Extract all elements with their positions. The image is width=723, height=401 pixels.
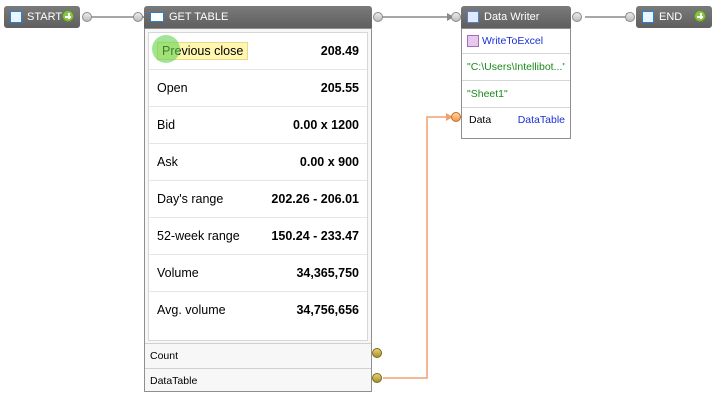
path-value: "C:\Users\Intellibot..." [467, 61, 565, 73]
cursor-indicator [152, 35, 180, 63]
datatable-out-port[interactable] [372, 373, 382, 383]
end-label: END [659, 11, 683, 23]
writer-body: WriteToExcel "C:\Users\Intellibot..." "S… [461, 28, 571, 139]
data-input-label: Data [469, 114, 492, 126]
output-count-label: Count [150, 350, 179, 362]
writer-label: Data Writer [484, 11, 540, 23]
table-row: Day's range 202.26 - 206.01 [149, 181, 367, 218]
method-value: WriteToExcel [482, 35, 544, 47]
writer-node-header[interactable]: Data Writer [461, 6, 571, 28]
gettable-out-port[interactable] [373, 12, 383, 22]
row-label: Bid [157, 118, 176, 132]
gettable-in-port[interactable] [133, 12, 143, 22]
data-wire [383, 116, 447, 379]
start-out-port[interactable] [82, 12, 92, 22]
start-node[interactable]: START [4, 6, 80, 28]
data-writer-icon [467, 11, 479, 23]
row-label: Open [157, 81, 188, 95]
gettable-node-header[interactable]: GET TABLE [144, 6, 372, 28]
writer-in-port[interactable] [451, 12, 461, 22]
end-node[interactable]: END [636, 6, 712, 28]
end-icon [642, 11, 654, 23]
row-label: Previous close [152, 35, 249, 63]
sheet-row[interactable]: "Sheet1" [462, 81, 570, 108]
output-count[interactable]: Count [145, 343, 371, 368]
table-row: Volume 34,365,750 [149, 255, 367, 292]
row-label: 52-week range [157, 229, 240, 243]
row-value: 202.26 - 206.01 [271, 192, 359, 206]
table-row: 52-week range 150.24 - 233.47 [149, 218, 367, 255]
data-input-row[interactable]: Data DataTable [462, 108, 570, 132]
table-row: Avg. volume 34,756,656 [149, 292, 367, 328]
path-row[interactable]: "C:\Users\Intellibot..." [462, 54, 570, 81]
row-label: Volume [157, 266, 199, 280]
output-datatable[interactable]: DataTable [145, 368, 371, 393]
table-row: Previous close 208.49 [149, 33, 367, 70]
data-in-port[interactable] [451, 112, 461, 122]
row-label: Day's range [157, 192, 224, 206]
row-value: 205.55 [320, 81, 359, 95]
count-out-port[interactable] [372, 348, 382, 358]
row-value: 34,756,656 [296, 303, 359, 317]
row-label: Avg. volume [157, 303, 226, 317]
table-icon [150, 12, 164, 22]
gettable-outputs: Count DataTable [145, 343, 371, 393]
method-row[interactable]: WriteToExcel [462, 29, 570, 54]
add-icon[interactable] [62, 10, 74, 22]
start-icon [10, 11, 22, 23]
data-input-type: DataTable [517, 114, 565, 126]
end-in-port[interactable] [625, 12, 635, 22]
row-value: 0.00 x 900 [299, 155, 359, 169]
row-label: Ask [157, 155, 178, 169]
gettable-label: GET TABLE [169, 11, 229, 23]
write-excel-icon [467, 35, 479, 47]
output-datatable-label: DataTable [150, 375, 198, 387]
table-preview[interactable]: Previous close 208.49 Open 205.55 Bid 0.00… [148, 32, 368, 341]
table-row: Open 205.55 [149, 70, 367, 107]
row-value: 208.49 [320, 44, 359, 58]
sheet-value: "Sheet1" [467, 88, 508, 100]
row-value: 34,365,750 [296, 266, 359, 280]
gettable-body: Previous close 208.49 Open 205.55 Bid 0.00… [144, 28, 372, 392]
table-row: Bid 0.00 x 1200 [149, 107, 367, 144]
table-row: Ask 0.00 x 900 [149, 144, 367, 181]
start-label: START [27, 11, 63, 23]
row-value: 150.24 - 233.47 [271, 229, 359, 243]
add-icon[interactable] [694, 10, 706, 22]
row-value: 0.00 x 1200 [292, 118, 359, 132]
writer-out-port[interactable] [572, 12, 582, 22]
